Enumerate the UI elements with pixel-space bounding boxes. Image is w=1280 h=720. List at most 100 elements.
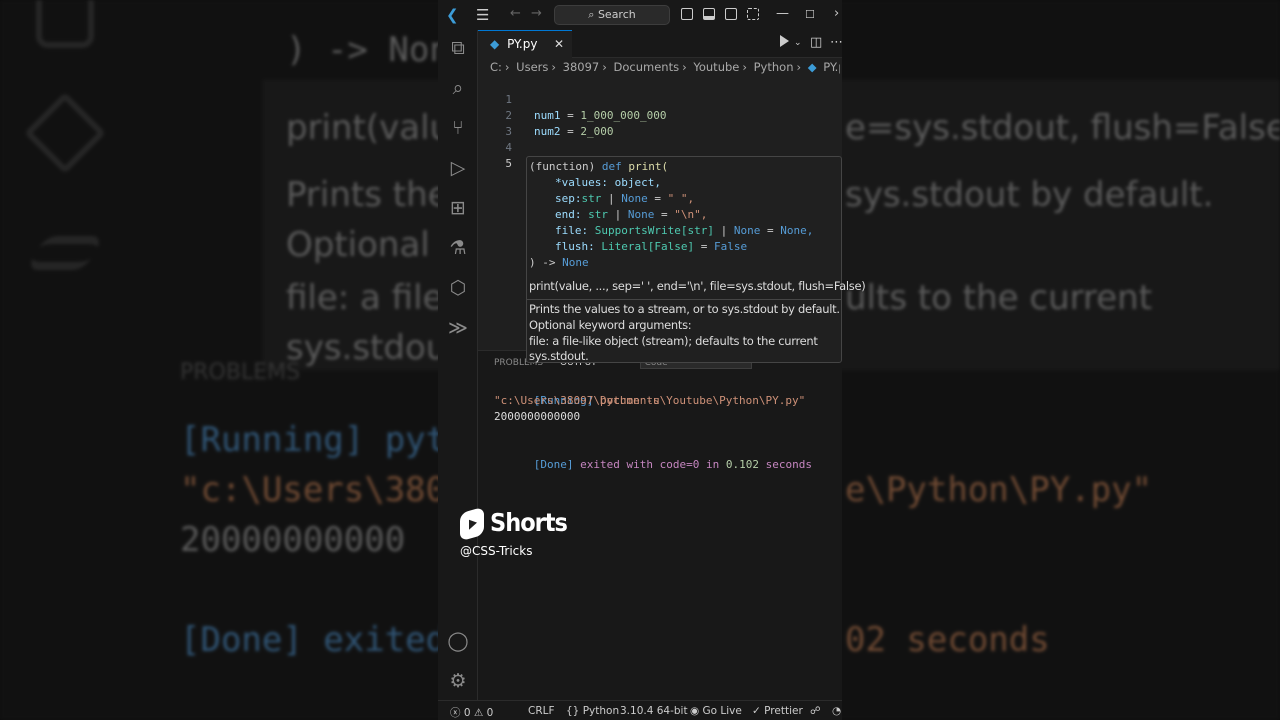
close-tab-icon[interactable]: ✕	[554, 31, 564, 58]
toggle-panel-icon[interactable]	[703, 8, 715, 20]
language-label: Python	[582, 705, 620, 717]
activity-bar: ⧉ ⌕ ⑂ ▷ ⊞ ⚗ ⬡ ≫ ◯ ⚙	[438, 30, 478, 700]
param-values: *values: object,	[555, 176, 661, 189]
breadcrumb-item[interactable]: Users	[516, 60, 548, 74]
back-arrow-icon[interactable]: ←	[510, 6, 521, 21]
go-live-label: Go Live	[702, 705, 742, 717]
broadcast-icon: ◉	[690, 705, 700, 717]
hover-param-sep: sep:str | None = " ",	[555, 192, 695, 205]
hamburger-menu-icon[interactable]: ☰	[476, 6, 489, 24]
go-live-status[interactable]: ◉ Go Live	[690, 705, 742, 717]
breadcrumb-item[interactable]: PY.py	[823, 60, 840, 74]
hover-tooltip: (function) def print( *values: object, s…	[526, 156, 866, 363]
feedback-icon[interactable]: ☍	[810, 705, 821, 717]
title-bar: ❮ ☰ ← → ⌕ Search — ☐ ›	[438, 0, 842, 30]
status-bar: ⓧ 0 ⚠ 0 CRLF {} Python 3.10.4 64-bit ◉ G…	[438, 700, 842, 720]
breadcrumb-item[interactable]: Python	[754, 60, 794, 74]
hover-doc-line: sys.stdout.	[529, 349, 589, 363]
breadcrumb-item[interactable]: 38097	[563, 60, 600, 74]
prettier-status[interactable]: ✓ Prettier	[752, 705, 803, 717]
forward-arrow-icon[interactable]: →	[531, 6, 542, 21]
run-debug-icon[interactable]: ▷	[446, 156, 470, 180]
problems-status[interactable]: ⓧ 0 ⚠ 0	[450, 705, 493, 720]
return-arrow: ) ->	[529, 256, 556, 269]
explorer-icon[interactable]: ⧉	[446, 36, 470, 60]
param-end-default: "\n",	[674, 208, 708, 221]
shorts-play-icon	[460, 506, 484, 542]
sig-print: print(	[628, 160, 669, 173]
sig-def: def	[601, 160, 622, 173]
more-actions-icon[interactable]: ⋯	[830, 35, 842, 50]
param-file-none: None	[733, 224, 761, 237]
done-seconds: seconds	[765, 458, 812, 471]
eol-status[interactable]: CRLF	[528, 705, 555, 717]
error-icon: ⓧ	[450, 707, 461, 719]
vscode-logo-icon: ❮	[446, 6, 459, 24]
done-tag: [Done]	[533, 458, 574, 471]
hover-param-flush: flush: Literal[False] = False	[555, 240, 748, 253]
param-file-type: SupportsWrite[str]	[594, 224, 714, 237]
tab-py-file[interactable]: ◆ PY.py ✕	[478, 30, 572, 58]
run-python-file-button[interactable]	[780, 35, 789, 51]
hover-param-file: file: SupportsWrite[str] | None = None,	[555, 224, 814, 237]
line-number: 5	[505, 157, 512, 170]
remote-explorer-icon[interactable]: ⬡	[446, 276, 470, 300]
live-share-icon[interactable]: ≫	[446, 316, 470, 340]
extensions-icon[interactable]: ⊞	[446, 196, 470, 220]
param-end-none: None	[627, 208, 655, 221]
background-prints-right: sys.stdout by default.	[845, 175, 1214, 215]
background-seconds-right: 02 seconds	[845, 620, 1050, 660]
shorts-wordmark: Shorts	[490, 508, 568, 537]
split-editor-icon[interactable]: ◫	[810, 35, 822, 50]
background-path-right: e\Python\PY.py"	[845, 470, 1153, 510]
maximize-icon[interactable]: ☐	[805, 8, 815, 21]
toggle-secondary-sidebar-icon[interactable]	[725, 8, 737, 20]
source-control-icon[interactable]: ⑂	[446, 116, 470, 140]
hover-doc-line: Optional keyword arguments:	[529, 318, 692, 332]
settings-gear-icon[interactable]: ⚙	[446, 669, 470, 693]
language-status[interactable]: {} Python	[566, 705, 619, 717]
command-search-box[interactable]: ⌕ Search	[554, 5, 670, 25]
minimize-icon[interactable]: —	[776, 6, 789, 21]
hover-doc-line: Prints the values to a stream, or to sys…	[529, 302, 840, 316]
background-flask-icon	[36, 0, 94, 48]
account-icon[interactable]: ◯	[446, 629, 470, 653]
breadcrumb-item[interactable]: Documents	[614, 60, 680, 74]
param-sep: sep:	[555, 192, 582, 205]
background-problems: PROBLEMS	[180, 360, 301, 385]
background-path: "c:\Users\380	[180, 470, 447, 510]
code-line-current: 5 print(ans)	[478, 140, 842, 187]
notifications-bell-icon[interactable]: ◔	[832, 705, 841, 717]
hover-doc-line: file: a file-like object (stream); defau…	[529, 334, 818, 348]
breadcrumb-item[interactable]: C:	[490, 60, 502, 74]
background-print: print(valu	[286, 108, 452, 148]
done-in: in	[705, 458, 720, 471]
channel-handle[interactable]: @CSS-Tricks	[460, 544, 532, 558]
background-done: [Done] exited	[180, 620, 447, 660]
background-remote-icon	[23, 91, 107, 175]
warning-count: 0	[486, 707, 494, 719]
hover-param-values: *values: object,	[555, 175, 661, 191]
toggle-sidebar-icon[interactable]	[681, 8, 693, 20]
background-live-icon	[26, 236, 104, 270]
background-stdout: sys.stdout	[286, 328, 461, 368]
close-window-icon[interactable]: ›	[834, 6, 839, 21]
warning-icon: ⚠	[473, 707, 484, 719]
customize-layout-icon[interactable]	[747, 8, 759, 20]
param-end-type: str	[588, 208, 608, 221]
hover-divider	[527, 299, 841, 300]
background-running: [Running] pyt	[180, 420, 447, 460]
python-file-icon: ◆	[490, 37, 500, 51]
double-check-icon: ✓	[752, 705, 761, 717]
interpreter-status[interactable]: 3.10.4 64-bit	[620, 705, 688, 717]
testing-flask-icon[interactable]: ⚗	[446, 236, 470, 260]
background-file-right: ults to the current	[845, 278, 1153, 318]
run-dropdown-chevron-icon[interactable]: ⌄	[794, 38, 802, 48]
breadcrumb-item[interactable]: Youtube	[693, 60, 739, 74]
search-sidebar-icon[interactable]: ⌕	[446, 76, 470, 100]
done-code: code=0	[659, 458, 700, 471]
hover-return: ) -> None	[529, 255, 589, 271]
code-line: 4 ans = num1 * num2	[478, 124, 842, 170]
shorts-logo[interactable]: Shorts	[460, 506, 580, 542]
output-line: [Done] exited with code=0 in 0.102 secon…	[494, 441, 812, 489]
